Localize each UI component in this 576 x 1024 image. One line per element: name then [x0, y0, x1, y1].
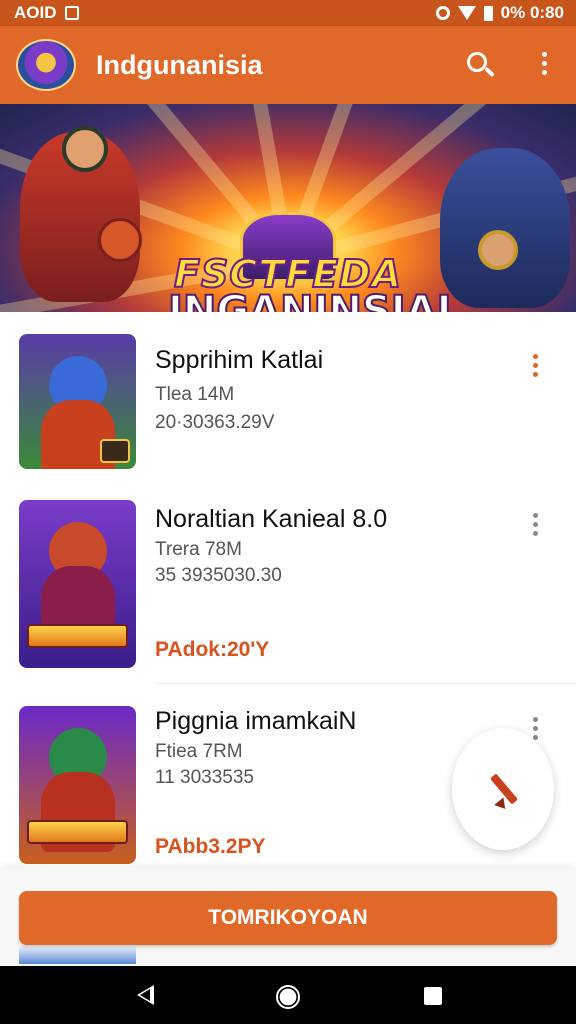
banner-hero-right — [440, 148, 570, 308]
game-logo-icon[interactable] — [16, 39, 76, 91]
more-vert-icon — [530, 48, 558, 75]
more-vert-icon — [528, 509, 542, 536]
game-title: Spprihim Katlai — [155, 346, 324, 374]
game-title: Noraltian Kanieal 8.0 — [155, 505, 388, 533]
home-icon[interactable] — [276, 985, 300, 1009]
status-bar-right-text: 0% 0:80 — [500, 3, 564, 22]
system-nav-bar — [0, 966, 576, 1024]
more-vert-icon — [528, 350, 542, 377]
back-icon[interactable] — [137, 985, 154, 1005]
game-details: 11 3033535 — [155, 767, 254, 788]
recent-apps-icon[interactable] — [424, 987, 442, 1005]
game-options-button[interactable] — [528, 509, 542, 539]
status-bar-left-text: AOID — [14, 3, 57, 22]
game-size: Tlea 14M — [155, 384, 235, 405]
game-thumbnail — [19, 334, 136, 469]
status-bar: AOID 0% 0:80 — [0, 0, 576, 26]
featured-banner[interactable]: FSCTFEDA INGANINSIAI — [0, 104, 576, 312]
game-price: PAdok:20'Y — [155, 638, 270, 661]
game-price: PAbb3.2PY — [155, 835, 266, 858]
game-list-item[interactable]: Noraltian Kanieal 8.0 Trera 78M 35 39350… — [0, 497, 576, 685]
game-details: 20·30363.29V — [155, 412, 275, 433]
more-options-button[interactable] — [530, 48, 558, 84]
battery-icon — [483, 5, 493, 21]
next-game-thumbnail-peek — [19, 944, 136, 964]
app-bar: Indgunanisia — [0, 26, 576, 104]
banner-logo-line2: INGANINSIAI — [167, 288, 453, 312]
alarm-icon — [435, 6, 450, 20]
game-thumbnail — [19, 500, 136, 668]
game-size: Ftiea 7RM — [155, 741, 243, 762]
banner-logo: FSCTFEDA INGANINSIAI — [167, 253, 453, 312]
floating-action-button[interactable] — [452, 728, 554, 850]
game-details: 35 3935030.30 — [155, 565, 282, 586]
game-list-item[interactable]: Spprihim Katlai Tlea 14M 20·30363.29V — [0, 312, 576, 497]
more-vert-icon — [528, 713, 542, 740]
cta-button[interactable]: TOMRIKOYOAN — [19, 891, 557, 945]
game-options-button[interactable] — [528, 350, 542, 380]
game-title: Piggnia imamkaiN — [155, 707, 357, 735]
game-size: Trera 78M — [155, 539, 242, 560]
app-title: Indgunanisia — [96, 50, 263, 80]
search-button[interactable] — [462, 48, 498, 84]
game-thumbnail — [19, 706, 136, 864]
wifi-icon — [457, 6, 476, 20]
notification-icon — [64, 6, 79, 20]
